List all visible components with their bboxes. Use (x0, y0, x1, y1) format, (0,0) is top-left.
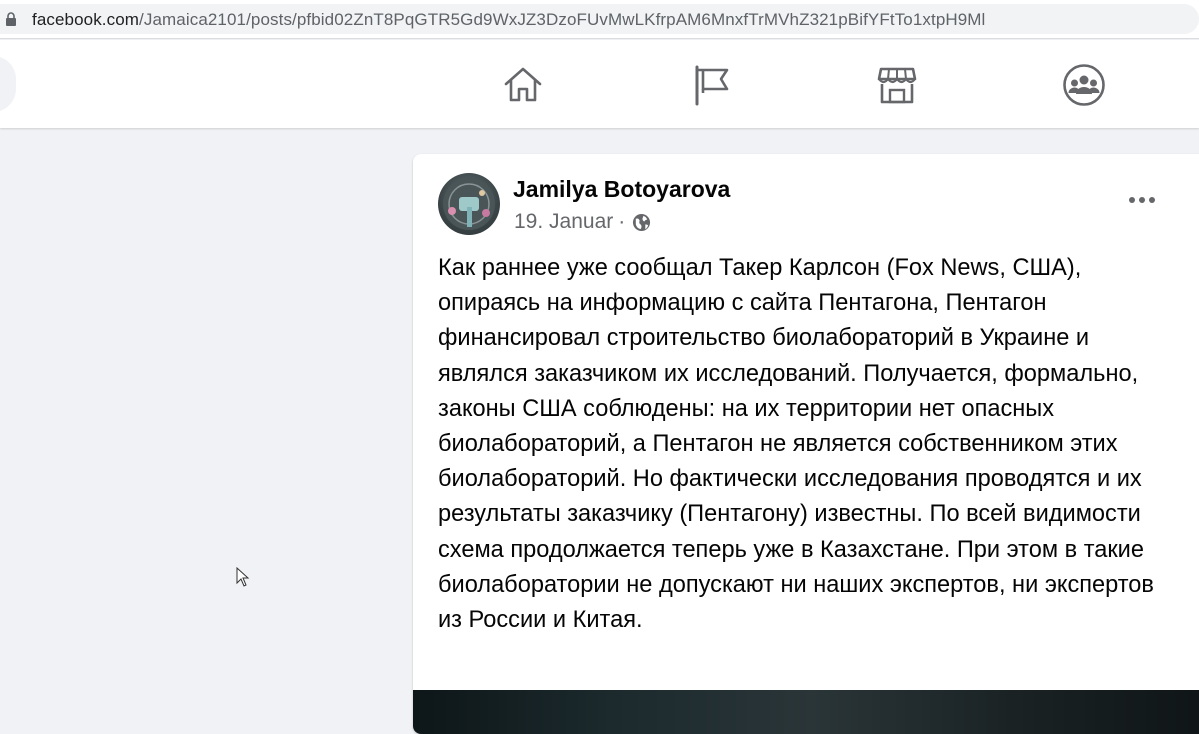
flag-icon[interactable] (690, 64, 732, 106)
groups-icon[interactable] (1063, 64, 1105, 106)
marketplace-icon[interactable] (876, 64, 918, 106)
post-options-button[interactable] (1125, 186, 1159, 214)
more-icon (1129, 197, 1155, 203)
facebook-top-nav (0, 40, 1199, 128)
home-icon[interactable] (502, 64, 544, 106)
mouse-cursor-icon (236, 567, 250, 587)
post-author-name[interactable]: Jamilya Botoyarova (513, 176, 730, 203)
meta-separator: · (618, 210, 626, 233)
url-path: /Jamaica2101/posts/pfbid02ZnT8PqGTR5Gd9W… (139, 10, 986, 29)
search-button[interactable] (0, 56, 16, 112)
avatar-photo (443, 178, 495, 230)
browser-address-bar: facebook.com/Jamaica2101/posts/pfbid02Zn… (0, 0, 1199, 39)
url-field[interactable]: facebook.com/Jamaica2101/posts/pfbid02Zn… (0, 4, 1199, 34)
post-card: Jamilya Botoyarova 19. Januar · Как ранн… (413, 154, 1199, 734)
post-meta: 19. Januar · (514, 210, 651, 234)
lock-icon[interactable] (5, 11, 17, 27)
post-body-text: Как раннее уже сообщал Такер Карлсон (Fo… (438, 255, 1154, 634)
post-image[interactable] (413, 690, 1199, 734)
post-date[interactable]: 19. Januar (514, 210, 613, 234)
url-text[interactable]: facebook.com/Jamaica2101/posts/pfbid02Zn… (32, 10, 985, 30)
globe-icon[interactable] (632, 213, 651, 232)
author-avatar[interactable] (438, 173, 500, 235)
url-host: facebook.com (32, 10, 140, 29)
